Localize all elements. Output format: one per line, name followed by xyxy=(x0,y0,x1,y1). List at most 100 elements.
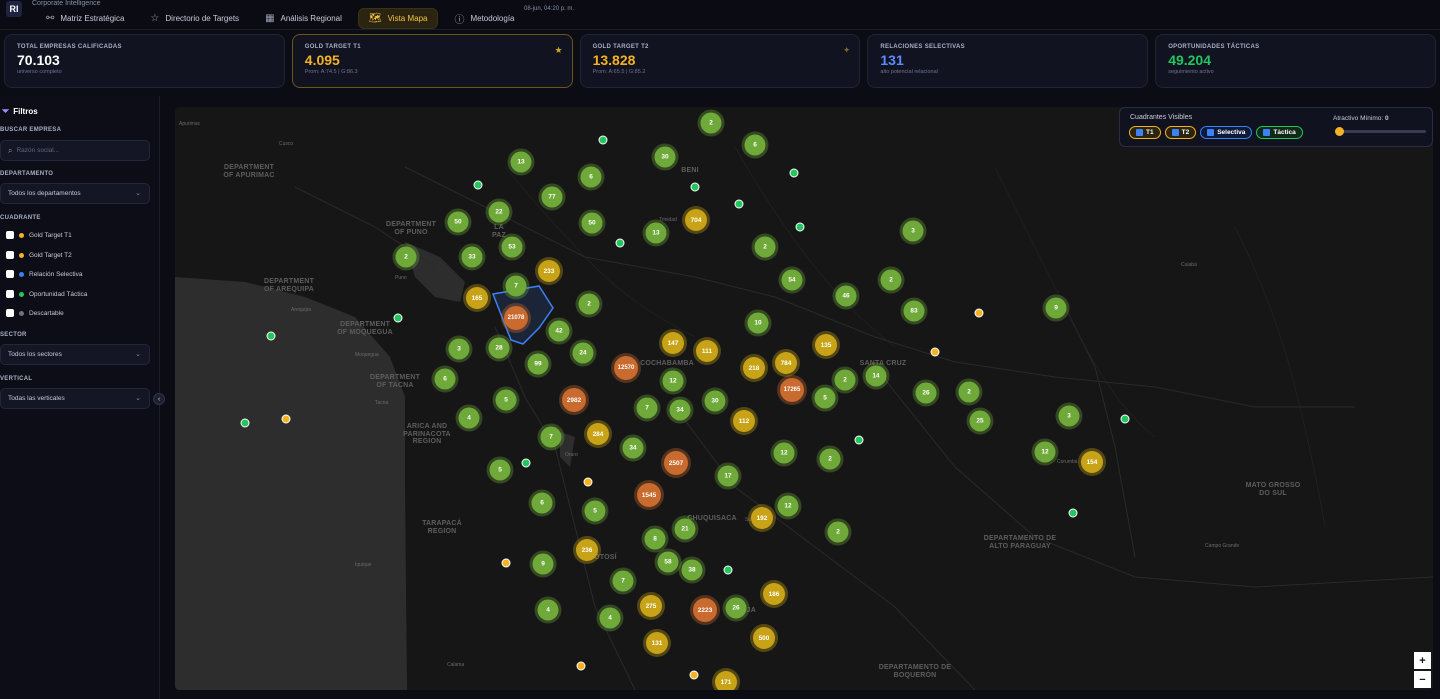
cluster-marker[interactable]: 46 xyxy=(835,285,857,307)
company-point[interactable] xyxy=(930,347,940,357)
company-point[interactable] xyxy=(1068,508,1078,518)
company-point[interactable] xyxy=(795,222,805,232)
cluster-marker[interactable]: 147 xyxy=(662,332,684,354)
cluster-marker[interactable]: 1545 xyxy=(637,483,661,507)
cluster-marker[interactable]: 26 xyxy=(915,382,937,404)
checkbox-oportunidad-tactica[interactable]: Oportunidad Táctica xyxy=(6,290,87,298)
cluster-marker[interactable]: 236 xyxy=(576,539,598,561)
company-point[interactable] xyxy=(789,168,799,178)
cluster-marker[interactable]: 54 xyxy=(781,269,803,291)
cluster-marker[interactable]: 7 xyxy=(505,275,527,297)
checkbox-gold-t1[interactable]: Gold Target T1 xyxy=(6,231,72,239)
checkbox[interactable] xyxy=(6,251,14,259)
cluster-marker[interactable]: 25 xyxy=(969,410,991,432)
cluster-marker[interactable]: 8 xyxy=(644,528,666,550)
cluster-marker[interactable]: 33 xyxy=(461,246,483,268)
cluster-marker[interactable]: 111 xyxy=(696,340,718,362)
cluster-marker[interactable]: 30 xyxy=(654,146,676,168)
company-point[interactable] xyxy=(501,558,511,568)
cluster-marker[interactable]: 17265 xyxy=(780,378,804,402)
cluster-marker[interactable]: 2 xyxy=(819,448,841,470)
chip-selectiva[interactable]: Selectiva xyxy=(1200,126,1253,139)
cluster-marker[interactable]: 14 xyxy=(865,365,887,387)
nav-analisis-regional[interactable]: ▦ Análisis Regional xyxy=(255,8,352,29)
kpi-gold-t1[interactable]: GOLD TARGET T1 4.095 Prom: A:74.5 | G:86… xyxy=(291,34,573,88)
cluster-marker[interactable]: 275 xyxy=(640,595,662,617)
company-point[interactable] xyxy=(266,331,276,341)
company-point[interactable] xyxy=(974,308,984,318)
company-point[interactable] xyxy=(583,477,593,487)
cluster-marker[interactable]: 2 xyxy=(754,236,776,258)
cluster-marker[interactable]: 7 xyxy=(540,426,562,448)
cluster-marker[interactable]: 5 xyxy=(814,387,836,409)
checkbox-gold-t2[interactable]: Gold Target T2 xyxy=(6,251,72,259)
cluster-marker[interactable]: 2 xyxy=(395,246,417,268)
cluster-marker[interactable]: 154 xyxy=(1081,451,1103,473)
cluster-marker[interactable]: 21078 xyxy=(504,306,528,330)
kpi-oportunidades-tacticas[interactable]: OPORTUNIDADES TÁCTICAS 49.204 seguimient… xyxy=(1155,34,1436,88)
company-point[interactable] xyxy=(854,435,864,445)
checkbox-relacion-selectiva[interactable]: Relación Selectiva xyxy=(6,270,82,278)
cluster-marker[interactable]: 4 xyxy=(537,599,559,621)
cluster-marker[interactable]: 3 xyxy=(1058,405,1080,427)
company-point[interactable] xyxy=(615,238,625,248)
cluster-marker[interactable]: 13 xyxy=(510,151,532,173)
chip-tactica[interactable]: Táctica xyxy=(1256,126,1303,139)
kpi-relaciones-selectivas[interactable]: RELACIONES SELECTIVAS 131 alto potencial… xyxy=(867,34,1149,88)
company-point[interactable] xyxy=(1120,414,1130,424)
cluster-marker[interactable]: 5 xyxy=(584,500,606,522)
cluster-marker[interactable]: 9 xyxy=(532,553,554,575)
cluster-marker[interactable]: 22 xyxy=(488,201,510,223)
company-point[interactable] xyxy=(723,565,733,575)
cluster-marker[interactable]: 218 xyxy=(743,357,765,379)
chip-t2[interactable]: T2 xyxy=(1164,126,1197,139)
cluster-marker[interactable]: 34 xyxy=(622,437,644,459)
cluster-marker[interactable]: 5 xyxy=(489,459,511,481)
company-point[interactable] xyxy=(393,313,403,323)
cluster-marker[interactable]: 17 xyxy=(717,465,739,487)
nav-vista-mapa[interactable]: 🗺 Vista Mapa xyxy=(357,8,439,29)
cluster-marker[interactable]: 2223 xyxy=(693,598,717,622)
cluster-marker[interactable]: 2507 xyxy=(664,451,688,475)
company-point[interactable] xyxy=(576,661,586,671)
cluster-marker[interactable]: 4 xyxy=(458,407,480,429)
cluster-marker[interactable]: 131 xyxy=(646,632,668,654)
departamento-select[interactable]: Todos los departamentos ⌄ xyxy=(0,183,150,204)
cluster-marker[interactable]: 171 xyxy=(715,671,737,690)
company-point[interactable] xyxy=(734,199,744,209)
cluster-marker[interactable]: 7 xyxy=(612,570,634,592)
collapse-sidebar-button[interactable]: ‹ xyxy=(153,393,165,405)
checkbox-descartable[interactable]: Descartable xyxy=(6,309,64,317)
cluster-marker[interactable]: 3 xyxy=(902,220,924,242)
cluster-marker[interactable]: 704 xyxy=(685,209,707,231)
cluster-marker[interactable]: 21 xyxy=(674,518,696,540)
cluster-marker[interactable]: 6 xyxy=(531,492,553,514)
app-logo[interactable]: RI xyxy=(6,1,22,17)
cluster-marker[interactable]: 284 xyxy=(587,423,609,445)
cluster-marker[interactable]: 135 xyxy=(815,334,837,356)
cluster-marker[interactable]: 24 xyxy=(572,342,594,364)
nav-metodologia[interactable]: ⓘ Metodología xyxy=(444,8,524,29)
cluster-marker[interactable]: 784 xyxy=(775,352,797,374)
cluster-marker[interactable]: 58 xyxy=(657,551,679,573)
checkbox[interactable] xyxy=(6,231,14,239)
cluster-marker[interactable]: 13 xyxy=(645,222,667,244)
cluster-marker[interactable]: 2 xyxy=(880,269,902,291)
cluster-marker[interactable]: 6 xyxy=(434,368,456,390)
cluster-marker[interactable]: 112 xyxy=(733,410,755,432)
cluster-marker[interactable]: 2 xyxy=(958,381,980,403)
cluster-marker[interactable]: 10 xyxy=(747,312,769,334)
cluster-marker[interactable]: 42 xyxy=(548,320,570,342)
sector-select[interactable]: Todos los sectores ⌄ xyxy=(0,344,150,365)
kpi-total-empresas[interactable]: TOTAL EMPRESAS CALIFICADAS 70.103 univer… xyxy=(4,34,285,88)
search-input[interactable]: ⌕ Razón social... xyxy=(0,140,150,161)
cluster-marker[interactable]: 34 xyxy=(669,399,691,421)
cluster-marker[interactable]: 2982 xyxy=(562,388,586,412)
cluster-marker[interactable]: 9 xyxy=(1045,297,1067,319)
cluster-marker[interactable]: 30 xyxy=(704,390,726,412)
company-point[interactable] xyxy=(473,180,483,190)
nav-directorio-targets[interactable]: ☆ Directorio de Targets xyxy=(140,8,249,29)
cluster-marker[interactable]: 12 xyxy=(1034,441,1056,463)
zoom-out-button[interactable]: − xyxy=(1414,671,1431,688)
cluster-marker[interactable]: 500 xyxy=(753,627,775,649)
